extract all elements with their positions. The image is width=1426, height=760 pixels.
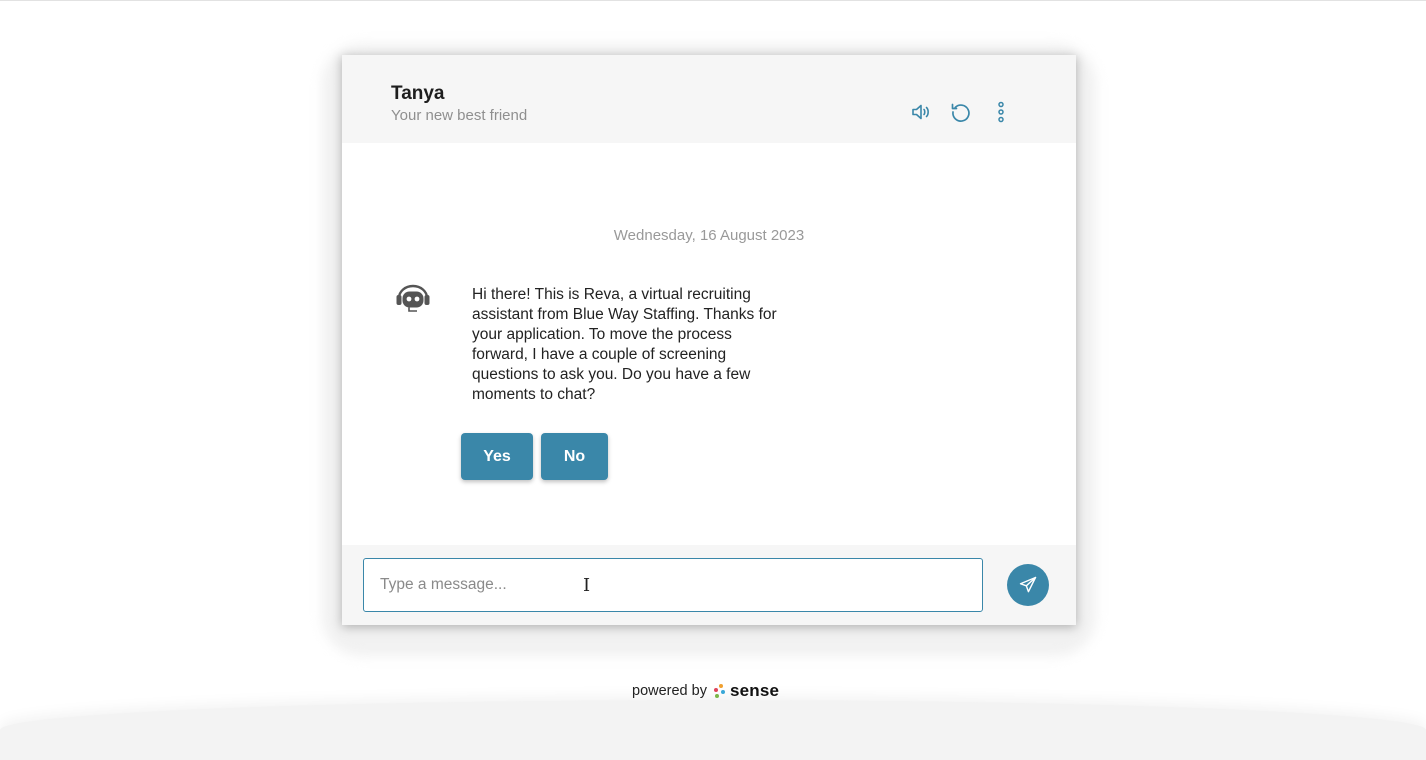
brand-name: sense xyxy=(729,681,780,700)
date-divider: Wednesday, 16 August 2023 xyxy=(613,227,805,244)
powered-by-label: powered by xyxy=(632,683,707,699)
sense-logo-icon xyxy=(713,684,725,698)
bot-name: Tanya xyxy=(391,83,445,104)
message-input[interactable] xyxy=(363,558,983,612)
chat-composer xyxy=(342,545,1076,625)
bottom-shadow xyxy=(0,700,1426,760)
bot-tagline: Your new best friend xyxy=(391,107,528,124)
powered-by: powered by sense xyxy=(632,681,779,701)
bot-message: Hi there! This is Reva, a virtual recrui… xyxy=(472,286,777,403)
no-button[interactable]: No xyxy=(541,433,608,480)
more-vertical-icon[interactable] xyxy=(989,100,1013,124)
speaker-icon[interactable] xyxy=(909,100,933,124)
paper-plane-icon xyxy=(1019,576,1037,593)
chat-widget: Tanya Your new best friend Wednesday, 16… xyxy=(342,55,1076,625)
chat-header: Tanya Your new best friend xyxy=(342,55,1076,143)
bot-headset-icon xyxy=(395,283,431,313)
refresh-icon[interactable] xyxy=(949,100,973,124)
send-button[interactable] xyxy=(1007,564,1049,606)
top-border xyxy=(0,0,1426,1)
yes-button[interactable]: Yes xyxy=(461,433,533,480)
